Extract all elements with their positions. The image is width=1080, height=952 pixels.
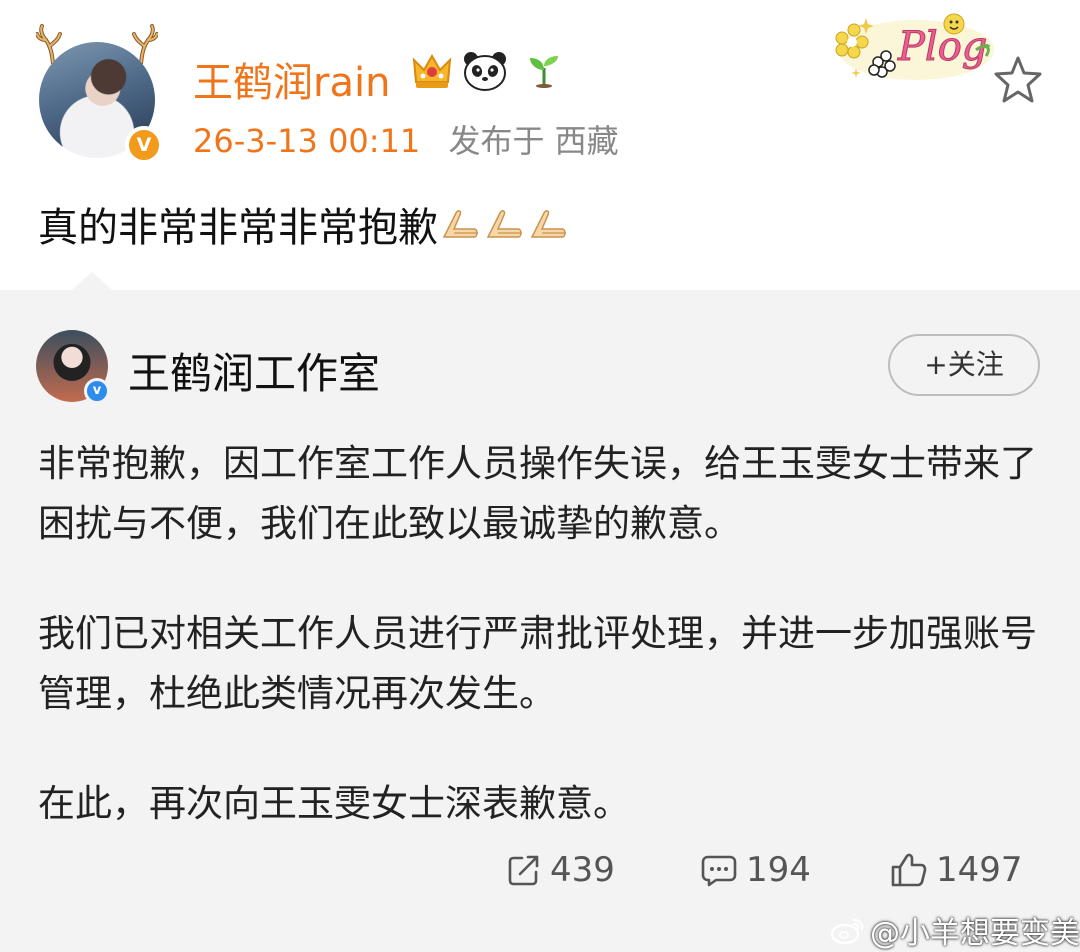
like-count: 1497 — [936, 850, 1023, 890]
repost-body: 非常抱歉，因工作室工作人员操作失误，给王玉雯女士带来了困扰与不便，我们在此致以最… — [38, 434, 1048, 884]
pray-icon — [442, 210, 478, 238]
weibo-logo-icon — [830, 918, 864, 945]
repost-button[interactable]: 439 — [506, 850, 615, 890]
username[interactable]: 王鹤润rain — [193, 50, 390, 108]
repost-card[interactable]: v 王鹤润工作室 +关注 非常抱歉，因工作室工作人员操作失误，给王玉雯女士带来了… — [0, 272, 1080, 952]
svg-text:Plog: Plog — [897, 24, 987, 70]
star-icon[interactable] — [992, 54, 1044, 106]
panda-icon — [464, 52, 506, 91]
comment-count: 194 — [746, 850, 811, 890]
crown-icon — [412, 53, 452, 88]
watermark-text: @小羊想要变美 — [870, 916, 1080, 951]
repost-author[interactable]: 王鹤润工作室 — [128, 340, 380, 401]
like-button[interactable]: 1497 — [890, 850, 1023, 890]
action-bar: 439 194 1497 — [0, 850, 1080, 900]
comment-icon — [701, 855, 737, 887]
repost-paragraph: 我们已对相关工作人员进行严肃批评处理，并进一步加强账号管理，杜绝此类情况再次发生… — [38, 612, 1037, 715]
post-location: 发布于 西藏 — [448, 122, 619, 160]
follow-button[interactable]: +关注 — [888, 334, 1040, 396]
watermark: @小羊想要变美 — [830, 908, 1080, 952]
comment-button[interactable]: 194 — [700, 850, 811, 890]
post-text: 真的非常非常非常抱歉 — [38, 205, 438, 251]
post-meta: 26-3-13 00:11 发布于 西藏 — [193, 116, 619, 162]
like-icon — [891, 853, 927, 887]
post-content: 真的非常非常非常抱歉 — [38, 195, 570, 253]
avatar-wrap[interactable]: V — [32, 24, 163, 164]
pray-icon — [530, 210, 566, 238]
pray-icon — [486, 210, 522, 238]
repost-paragraph: 在此，再次向王玉雯女士深表歉意。 — [38, 782, 630, 825]
sprout-icon — [530, 56, 558, 88]
repost-paragraph: 非常抱歉，因工作室工作人员操作失误，给王玉雯女士带来了困扰与不便，我们在此致以最… — [38, 442, 1037, 545]
repost-icon — [508, 855, 539, 886]
post-time: 26-3-13 00:11 — [193, 122, 421, 160]
repost-notch — [72, 272, 112, 290]
repost-verified-badge: v — [84, 378, 110, 404]
original-post: V 王鹤润rain 26-3-13 00:11 发布于 西藏 Plog 真的非常… — [0, 0, 1080, 290]
verified-badge: V — [125, 126, 163, 164]
plog-decoration: Plog — [835, 13, 994, 80]
repost-count: 439 — [550, 850, 615, 890]
